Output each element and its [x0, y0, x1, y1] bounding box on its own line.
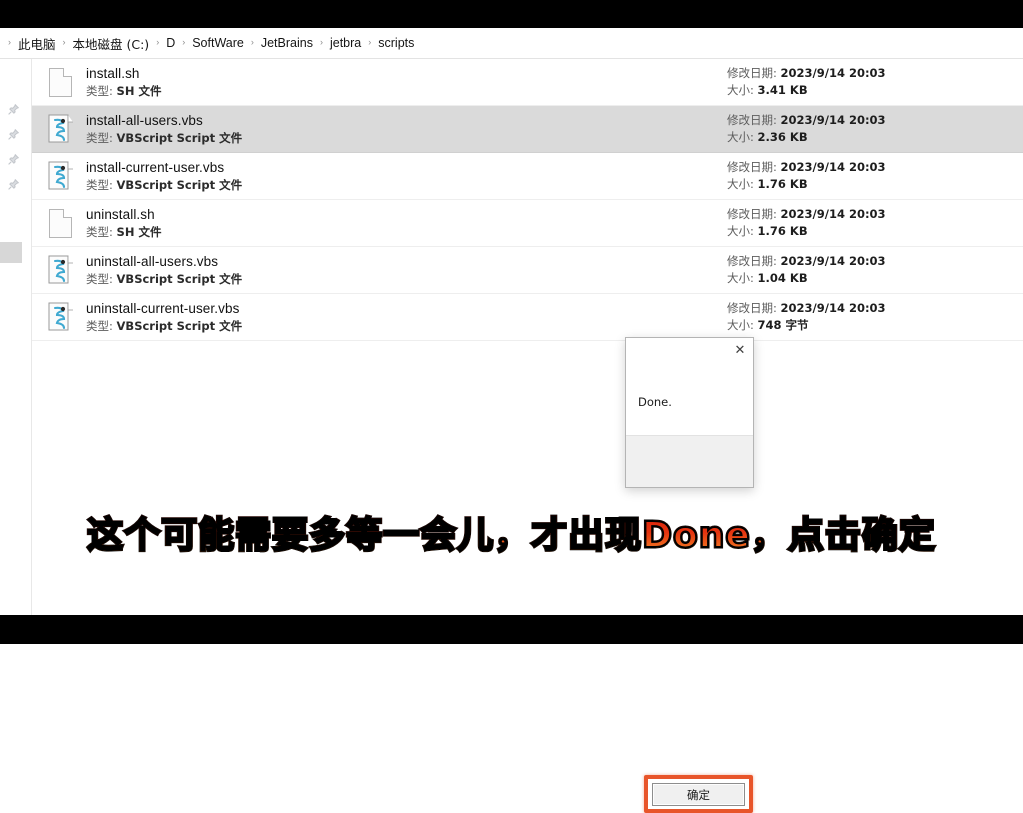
breadcrumb-item-software[interactable]: SoftWare — [191, 35, 245, 51]
chevron-right-icon: › — [368, 36, 372, 47]
pin-icon[interactable] — [8, 179, 19, 190]
chevron-right-icon: › — [250, 36, 254, 47]
file-name: install.sh — [86, 66, 140, 81]
modified-date: 修改日期: 2023/9/14 20:03 — [727, 301, 886, 315]
file-name: uninstall-all-users.vbs — [86, 254, 219, 269]
modified-date: 修改日期: 2023/9/14 20:03 — [727, 207, 886, 221]
file-type: 类型: SH 文件 — [86, 84, 162, 98]
sh-file-icon — [43, 63, 77, 101]
file-meta: 修改日期: 2023/9/14 20:03 大小: 1.76 KB — [723, 159, 1023, 193]
table-row[interactable]: install.sh 类型: SH 文件 修改日期: 2023/9/14 20:… — [32, 59, 1023, 106]
breadcrumb-item-local-disk[interactable]: 本地磁盘 (C:) — [72, 33, 151, 54]
table-row[interactable]: install-current-user.vbs 类型: VBScript Sc… — [32, 153, 1023, 200]
file-meta: 修改日期: 2023/9/14 20:03 大小: 1.76 KB — [723, 206, 1023, 240]
file-size: 大小: 1.76 KB — [727, 224, 808, 238]
file-type: 类型: VBScript Script 文件 — [86, 178, 243, 192]
ok-button[interactable]: 确定 — [652, 783, 745, 806]
file-meta: 修改日期: 2023/9/14 20:03 大小: 748 字节 — [723, 300, 1023, 334]
file-info: install-all-users.vbs 类型: VBScript Scrip… — [77, 112, 723, 146]
file-name: install-current-user.vbs — [86, 160, 225, 175]
letterbox-top — [0, 0, 1023, 28]
vbs-file-icon — [43, 157, 77, 195]
table-row[interactable]: uninstall.sh 类型: SH 文件 修改日期: 2023/9/14 2… — [32, 200, 1023, 247]
vbs-file-icon — [43, 251, 77, 289]
table-row[interactable]: uninstall-current-user.vbs 类型: VBScript … — [32, 294, 1023, 341]
dialog-footer — [626, 435, 753, 487]
file-size: 大小: 3.41 KB — [727, 83, 808, 97]
file-info: install.sh 类型: SH 文件 — [77, 65, 723, 99]
modified-date: 修改日期: 2023/9/14 20:03 — [727, 66, 886, 80]
breadcrumb: › 此电脑 › 本地磁盘 (C:) › D › SoftWare › JetBr… — [0, 28, 1023, 59]
file-size: 大小: 1.76 KB — [727, 177, 808, 191]
file-name: uninstall.sh — [86, 207, 155, 222]
breadcrumb-item-d[interactable]: D — [165, 35, 176, 51]
file-meta: 修改日期: 2023/9/14 20:03 大小: 3.41 KB — [723, 65, 1023, 99]
file-type: 类型: VBScript Script 文件 — [86, 272, 243, 286]
table-row[interactable]: install-all-users.vbs 类型: VBScript Scrip… — [32, 106, 1023, 153]
breadcrumb-item-jetbra[interactable]: jetbra — [329, 35, 362, 51]
pin-icon[interactable] — [8, 129, 19, 140]
breadcrumb-item-this-pc[interactable]: 此电脑 — [17, 33, 57, 54]
modified-date: 修改日期: 2023/9/14 20:03 — [727, 254, 886, 268]
breadcrumb-item-scripts[interactable]: scripts — [377, 35, 415, 51]
chevron-right-icon: › — [156, 36, 160, 47]
file-name: uninstall-current-user.vbs — [86, 301, 240, 316]
file-info: uninstall-all-users.vbs 类型: VBScript Scr… — [77, 253, 723, 287]
sh-file-icon — [43, 204, 77, 242]
vbs-file-icon — [43, 298, 77, 336]
chevron-right-icon: › — [62, 36, 66, 47]
subtitle-caption: 这个可能需要多等一会儿，才出现Done，点击确定 — [0, 514, 1023, 558]
file-name: install-all-users.vbs — [86, 113, 203, 128]
chevron-right-icon: › — [8, 36, 11, 47]
file-info: install-current-user.vbs 类型: VBScript Sc… — [77, 159, 723, 193]
modified-date: 修改日期: 2023/9/14 20:03 — [727, 160, 886, 174]
file-info: uninstall.sh 类型: SH 文件 — [77, 206, 723, 240]
table-row[interactable]: uninstall-all-users.vbs 类型: VBScript Scr… — [32, 247, 1023, 294]
chevron-right-icon: › — [182, 36, 186, 47]
chevron-right-icon: › — [319, 36, 323, 47]
rail-scroll-indicator[interactable] — [0, 242, 22, 263]
done-dialog: ✕ Done. 确定 — [625, 337, 754, 813]
breadcrumb-item-jetbrains[interactable]: JetBrains — [260, 35, 314, 51]
pin-icon[interactable] — [8, 154, 19, 165]
file-size: 大小: 748 字节 — [727, 318, 809, 332]
modified-date: 修改日期: 2023/9/14 20:03 — [727, 113, 886, 127]
dialog-message: Done. — [638, 395, 672, 409]
file-type: 类型: SH 文件 — [86, 225, 162, 239]
file-type: 类型: VBScript Script 文件 — [86, 319, 243, 333]
letterbox-bottom — [0, 615, 1023, 644]
close-icon[interactable]: ✕ — [727, 338, 753, 362]
file-type: 类型: VBScript Script 文件 — [86, 131, 243, 145]
file-size: 大小: 1.04 KB — [727, 271, 808, 285]
dialog-titlebar: ✕ — [626, 338, 753, 365]
pin-icon[interactable] — [8, 104, 19, 115]
file-size: 大小: 2.36 KB — [727, 130, 808, 144]
file-meta: 修改日期: 2023/9/14 20:03 大小: 2.36 KB — [723, 112, 1023, 146]
file-info: uninstall-current-user.vbs 类型: VBScript … — [77, 300, 723, 334]
file-meta: 修改日期: 2023/9/14 20:03 大小: 1.04 KB — [723, 253, 1023, 287]
vbs-file-icon — [43, 110, 77, 148]
